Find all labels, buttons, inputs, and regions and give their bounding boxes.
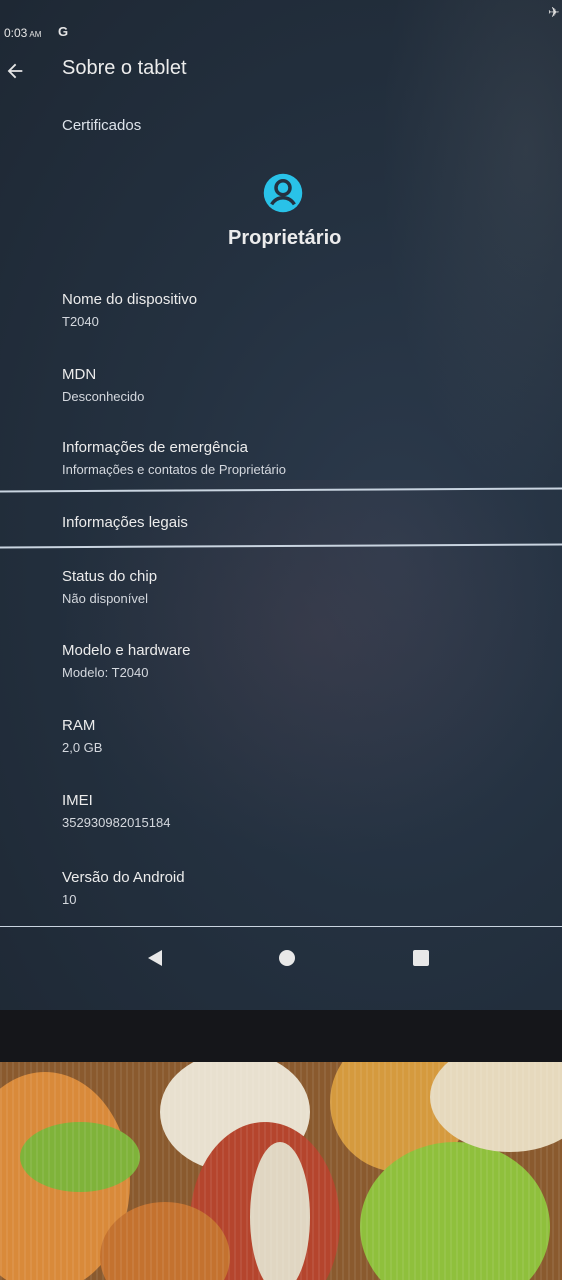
pref-title: IMEI (62, 792, 93, 809)
pref-title: Modelo e hardware (62, 642, 191, 659)
arrow-back-icon[interactable] (4, 60, 26, 82)
nav-back-icon[interactable] (146, 949, 164, 967)
certificates-link[interactable]: Certificados (62, 117, 141, 134)
pref-summary: Não disponível (62, 591, 148, 606)
airplane-mode-icon: ✈ (548, 4, 560, 20)
pref-summary: 352930982015184 (62, 815, 171, 830)
pref-android-version[interactable]: Versão do Android 10 (62, 868, 185, 909)
navbar-divider (0, 926, 562, 927)
pref-summary: T2040 (62, 314, 99, 329)
tablet-bezel (0, 1010, 562, 1062)
pref-title: Informações de emergência (62, 439, 248, 456)
pref-title: Nome do dispositivo (62, 291, 198, 308)
navigation-bar (0, 930, 562, 992)
account-circle-icon (263, 173, 303, 213)
pref-title: Versão do Android (62, 869, 185, 886)
pref-summary: Informações e contatos de Proprietário (62, 462, 287, 477)
pref-title: Status do chip (62, 568, 158, 585)
nav-recents-icon[interactable] (413, 950, 429, 966)
nav-home-icon[interactable] (279, 950, 295, 966)
pref-sim-status[interactable]: Status do chip Não disponível (62, 567, 157, 608)
pref-device-name[interactable]: Nome do dispositivo T2040 (62, 290, 197, 331)
status-time-ampm: AM (29, 30, 42, 39)
pref-summary: 2,0 GB (62, 740, 103, 755)
page-title: Sobre o tablet (62, 57, 187, 79)
tablet-screen: 0:03 AM G ✈ Sobre o tablet Certificados P… (0, 0, 562, 1010)
legal-info-link[interactable]: Informações legais (62, 513, 188, 533)
pref-title: Informações legais (62, 514, 188, 531)
fabric-texture (0, 1062, 562, 1280)
status-g-indicator: G (58, 24, 69, 39)
pref-imei[interactable]: IMEI 352930982015184 (62, 791, 170, 832)
pref-model-hardware[interactable]: Modelo e hardware Modelo: T2040 (62, 641, 190, 682)
pref-summary: Desconhecido (62, 389, 145, 404)
pref-title: MDN (62, 366, 97, 383)
status-time-value: 0:03 (4, 26, 28, 40)
pref-title: RAM (62, 717, 96, 734)
pref-mdn[interactable]: MDN Desconhecido (62, 365, 144, 406)
pref-summary: 10 (62, 892, 77, 907)
screen-glare-top (380, 0, 562, 500)
pref-emergency-info[interactable]: Informações de emergência Informações e … (62, 438, 286, 479)
pref-summary: Modelo: T2040 (62, 665, 149, 680)
fabric-background (0, 1062, 562, 1280)
status-bar: 0:03 AM G ✈ (0, 4, 562, 42)
pref-ram[interactable]: RAM 2,0 GB (62, 716, 102, 757)
status-time: 0:03 AM (4, 26, 41, 40)
owner-name: Proprietário (228, 227, 342, 249)
